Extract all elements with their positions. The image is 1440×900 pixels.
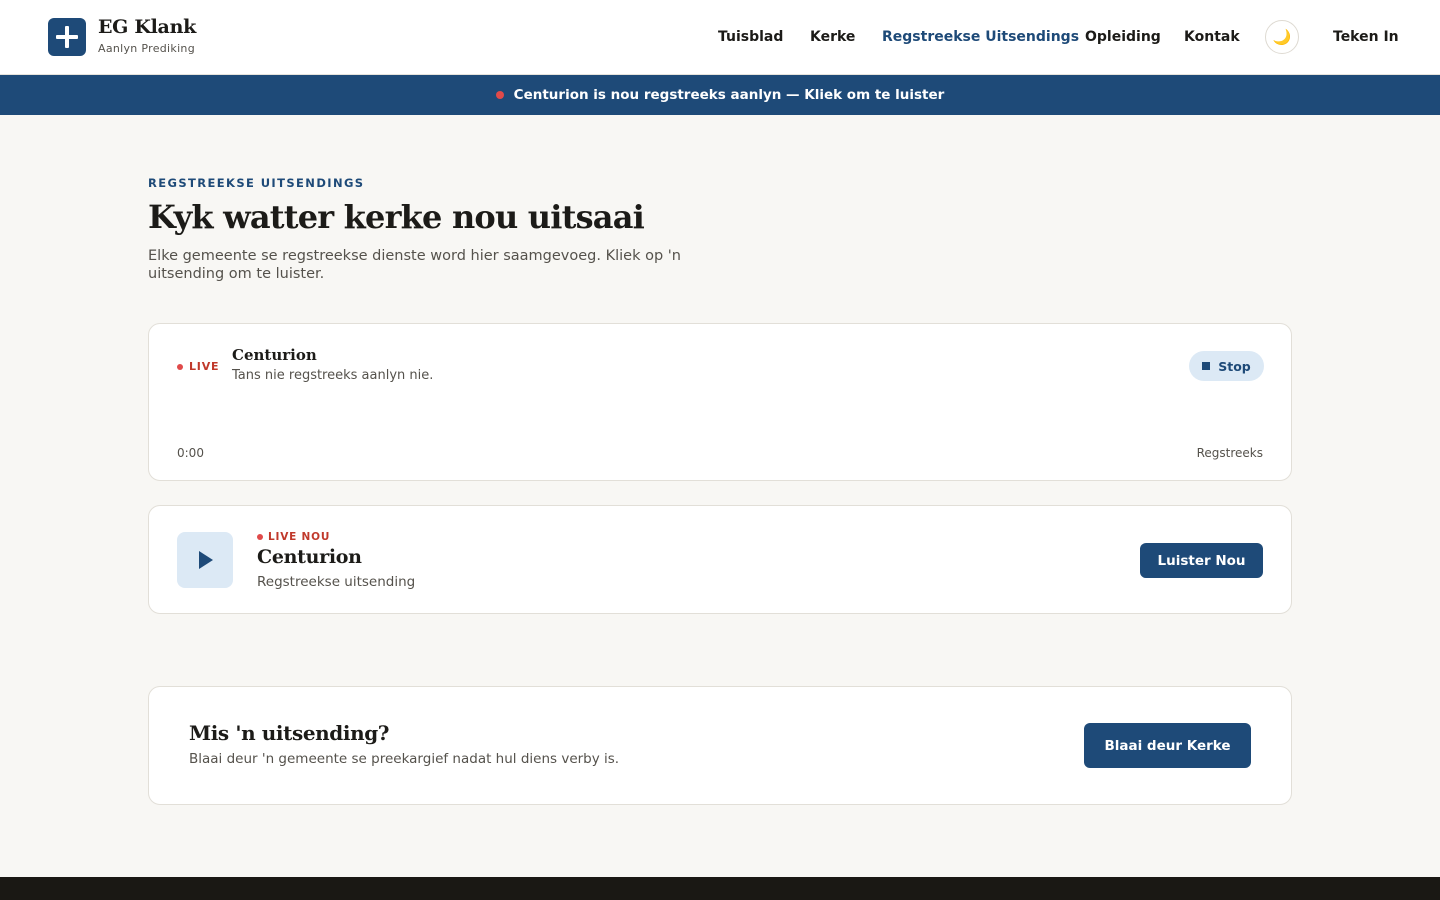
nav-item-tuisblad[interactable]: Tuisblad <box>718 29 783 45</box>
stop-button-label: Stop <box>1218 358 1251 374</box>
live-badge: LIVE <box>177 360 219 373</box>
live-now-badge: LIVE NOU <box>257 531 330 543</box>
live-banner[interactable]: Centurion is nou regstreeks aanlyn — Kli… <box>0 75 1440 115</box>
player-title: Centurion <box>232 346 317 364</box>
nav-item-kontak[interactable]: Kontak <box>1184 29 1240 45</box>
audio-player-card: LIVE Centurion Tans nie regstreeks aanly… <box>148 323 1292 481</box>
play-button[interactable] <box>177 532 233 588</box>
banner-text: Centurion is nou regstreeks aanlyn — Kli… <box>513 87 945 103</box>
stop-button[interactable]: Stop <box>1189 351 1264 381</box>
cross-logo-icon[interactable] <box>48 18 86 56</box>
browse-churches-button[interactable]: Blaai deur Kerke <box>1084 723 1251 768</box>
live-dot-icon <box>177 363 183 370</box>
section-eyebrow: REGSTREEKSE UITSENDINGS <box>148 176 365 190</box>
brand-tagline: Aanlyn Prediking <box>98 42 195 55</box>
live-dot-icon <box>495 91 504 99</box>
nav-item-opleiding[interactable]: Opleiding <box>1085 29 1161 45</box>
nav-item-regstreekse-uitsendings[interactable]: Regstreekse Uitsendings <box>882 29 1079 45</box>
archive-card: Mis 'n uitsending? Blaai deur 'n gemeent… <box>148 686 1292 805</box>
archive-description: Blaai deur 'n gemeente se preekargief na… <box>189 751 620 767</box>
theme-toggle-button[interactable]: 🌙 <box>1265 20 1299 54</box>
elapsed-time: 0:00 <box>177 446 204 460</box>
stop-icon <box>1202 362 1211 370</box>
live-now-label: LIVE NOU <box>268 531 331 543</box>
stream-title: Centurion <box>257 546 362 568</box>
site-footer <box>0 877 1440 900</box>
stream-card: LIVE NOU Centurion Regstreekse uitsendin… <box>148 505 1292 614</box>
nav-item-kerke[interactable]: Kerke <box>810 29 855 45</box>
moon-icon: 🌙 <box>1272 28 1292 46</box>
page-title: Kyk watter kerke nou uitsaai <box>148 198 645 236</box>
site-header: EG Klank Aanlyn Prediking Tuisblad Kerke… <box>0 0 1440 75</box>
playback-mode: Regstreeks <box>1196 446 1263 460</box>
live-badge-label: LIVE <box>189 360 220 373</box>
archive-title: Mis 'n uitsending? <box>189 721 390 745</box>
page-description: Elke gemeente se regstreekse dienste wor… <box>148 248 681 282</box>
play-icon <box>199 551 213 569</box>
live-dot-icon <box>257 534 263 540</box>
stream-subtitle: Regstreekse uitsending <box>257 574 416 590</box>
brand-name[interactable]: EG Klank <box>98 16 196 38</box>
sign-in-link[interactable]: Teken In <box>1333 29 1399 45</box>
listen-now-button[interactable]: Luister Nou <box>1140 543 1263 578</box>
player-status: Tans nie regstreeks aanlyn nie. <box>232 368 434 383</box>
